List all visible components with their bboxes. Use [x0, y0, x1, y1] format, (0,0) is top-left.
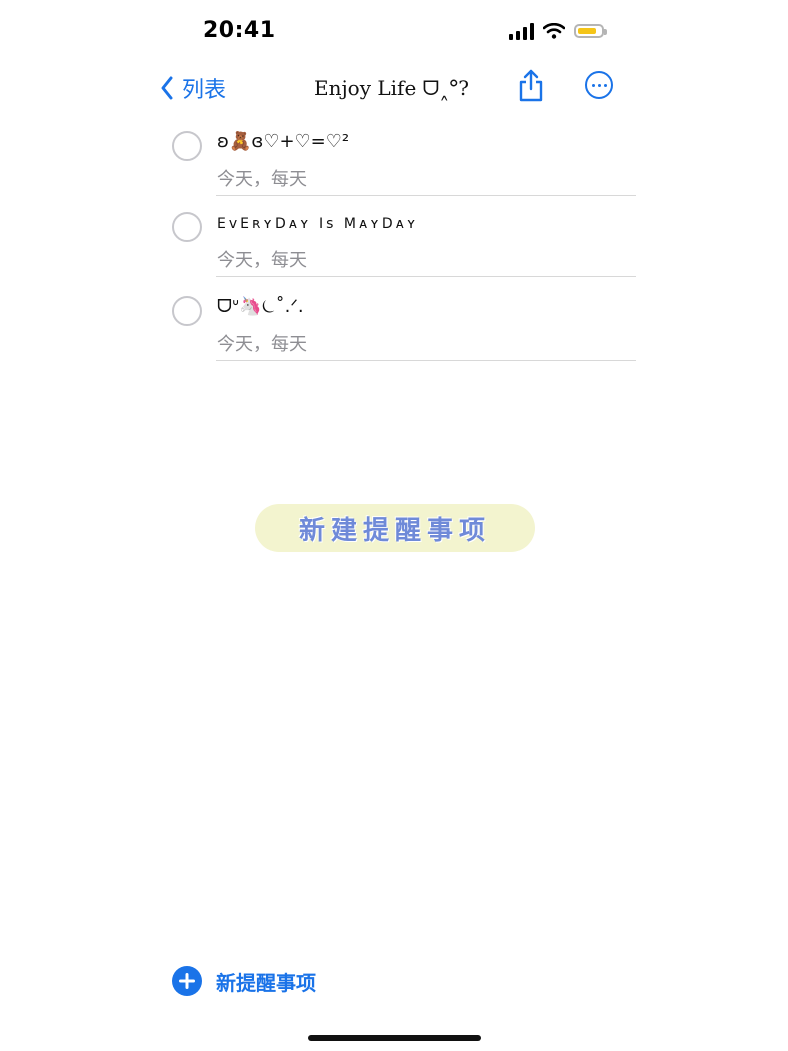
ellipsis-circle-icon[interactable] [585, 71, 613, 99]
reminder-row: ᗜᐡ🦄⏾˚.ᐟ. 今天，每天 [0, 290, 788, 370]
home-indicator[interactable] [308, 1035, 481, 1041]
plus-circle-icon [172, 966, 202, 996]
back-label: 列表 [182, 78, 227, 103]
status-time: 20:41 [203, 18, 276, 43]
reminder-due: 今天，每天 [217, 334, 307, 355]
reminder-title[interactable]: ᗜᐡ🦄⏾˚.ᐟ. [217, 296, 304, 317]
reminder-title[interactable]: ʚ🧸ɞ♡+♡=♡² [217, 131, 349, 152]
new-reminder-label: 新提醒事项 [216, 970, 316, 995]
chevron-left-icon [161, 76, 173, 100]
status-icons [509, 22, 607, 40]
completion-checkbox[interactable] [172, 296, 202, 326]
reminder-due: 今天，每天 [217, 169, 307, 190]
reminder-due: 今天，每天 [217, 250, 307, 271]
divider [216, 195, 636, 196]
battery-icon [574, 24, 607, 38]
share-button[interactable] [516, 68, 546, 106]
completion-checkbox[interactable] [172, 212, 202, 242]
list-title: Enjoy Life ᗜ˰ᐤ? [314, 76, 469, 100]
status-bar: 20:41 [0, 0, 788, 64]
reminder-row: ʚ🧸ɞ♡+♡=♡² 今天，每天 [0, 125, 788, 205]
back-button[interactable]: 列表 [160, 72, 226, 104]
sticker-label: 新建提醒事项 [255, 504, 535, 552]
divider [216, 360, 636, 361]
signal-icon [509, 22, 534, 40]
reminder-title[interactable]: EᴠEʀʏDᴀʏ Iѕ MᴀʏDᴀʏ [217, 216, 418, 232]
divider [216, 276, 636, 277]
share-icon [519, 69, 543, 102]
nav-bar: 列表 Enjoy Life ᗜ˰ᐤ? [0, 64, 788, 112]
completion-checkbox[interactable] [172, 131, 202, 161]
wifi-icon [543, 23, 565, 39]
new-reminder-button[interactable]: 新提醒事项 [172, 966, 316, 996]
reminder-row: EᴠEʀʏDᴀʏ Iѕ MᴀʏDᴀʏ 今天，每天 [0, 206, 788, 286]
